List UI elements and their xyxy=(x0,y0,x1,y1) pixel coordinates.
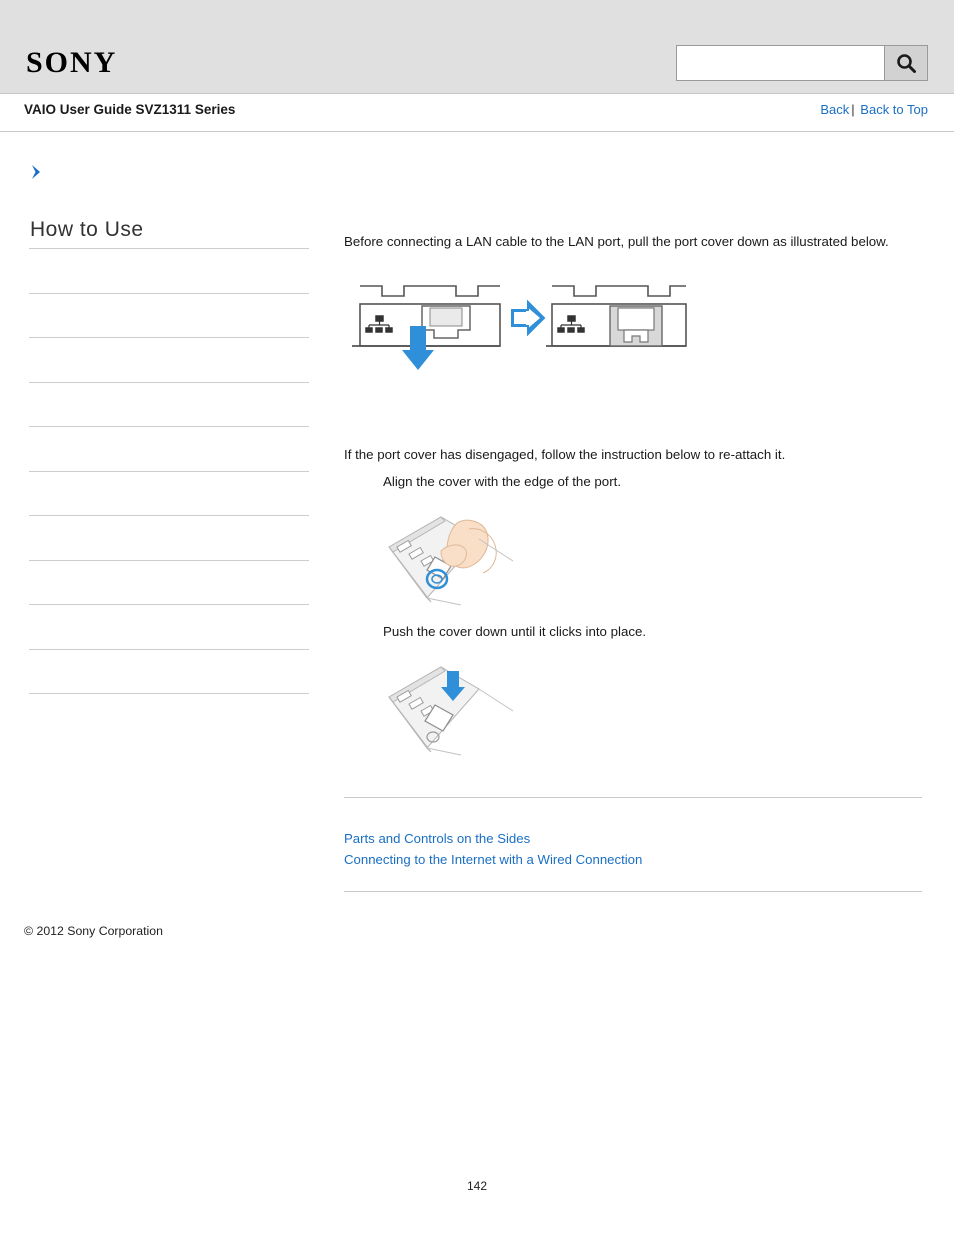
back-link[interactable]: Back xyxy=(820,102,849,117)
step-1-text: Align the cover with the edge of the por… xyxy=(383,474,622,489)
sidebar-heading: How to Use xyxy=(30,218,144,241)
lan-port-cover-closed-illustration xyxy=(352,285,501,370)
intro-paragraph: Before connecting a LAN cable to the LAN… xyxy=(344,234,889,249)
search-input[interactable] xyxy=(677,46,884,80)
sidebar-item-9[interactable] xyxy=(29,650,309,694)
search-box[interactable] xyxy=(676,45,928,81)
page-number: 142 xyxy=(466,1179,488,1193)
sidebar-item-6[interactable] xyxy=(29,516,309,561)
search-icon xyxy=(897,54,916,73)
related-divider-top xyxy=(344,797,922,798)
sidebar-item-0[interactable] xyxy=(29,248,309,294)
sidebar-item-1[interactable] xyxy=(29,294,309,338)
related-link-1[interactable]: Connecting to the Internet with a Wired … xyxy=(344,849,922,870)
sidebar-item-7[interactable] xyxy=(29,561,309,605)
lan-port-figure xyxy=(352,278,692,388)
sidebar-item-3[interactable] xyxy=(29,383,309,427)
sidebar-item-2[interactable] xyxy=(29,338,309,383)
header-divider xyxy=(0,131,954,132)
back-to-top-link[interactable]: Back to Top xyxy=(860,102,928,117)
page-title: VAIO User Guide SVZ1311 Series xyxy=(24,102,236,117)
reattach-note: If the port cover has disengaged, follow… xyxy=(344,447,786,462)
header-nav: Back | Back to Top xyxy=(820,102,928,117)
related-divider-bottom xyxy=(344,891,922,892)
search-button[interactable] xyxy=(884,46,927,80)
right-arrow-icon xyxy=(511,299,546,337)
sidebar-item-4[interactable] xyxy=(29,427,309,472)
nav-separator: | xyxy=(851,102,855,117)
push-cover-photo xyxy=(383,653,528,768)
sidebar-item-8[interactable] xyxy=(29,605,309,650)
main-content: Before connecting a LAN cable to the LAN… xyxy=(344,232,924,252)
align-cover-photo xyxy=(383,503,528,618)
sidebar-menu xyxy=(29,248,309,694)
sidebar-item-5[interactable] xyxy=(29,472,309,516)
step-2-text: Push the cover down until it clicks into… xyxy=(383,624,647,639)
copyright-text: © 2012 Sony Corporation xyxy=(24,924,163,938)
expand-chevron-icon[interactable] xyxy=(27,162,47,182)
related-link-0[interactable]: Parts and Controls on the Sides xyxy=(344,828,922,849)
sony-logo: SONY xyxy=(26,46,118,79)
related-links: Parts and Controls on the Sides Connecti… xyxy=(344,828,922,870)
site-header: SONY xyxy=(0,0,954,94)
lan-port-cover-open-illustration xyxy=(546,285,687,347)
